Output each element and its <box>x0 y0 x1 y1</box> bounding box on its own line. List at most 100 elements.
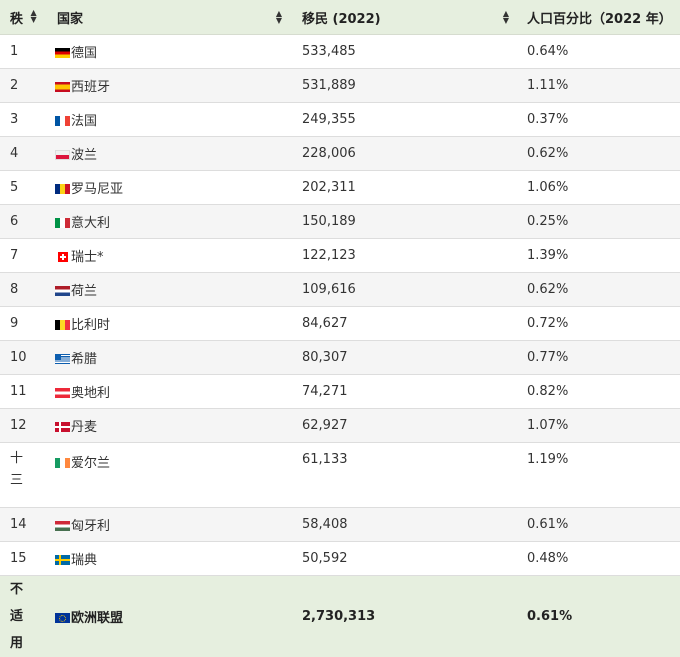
country-link[interactable]: 丹麦 <box>71 420 97 435</box>
header-percent-label: 人口百分比（2022 年） <box>527 12 672 27</box>
percent-cell: 0.82% <box>517 375 680 409</box>
table-row: 15 瑞典 50,5920.48% <box>0 542 680 576</box>
immigrants-cell: 84,627 <box>292 307 517 341</box>
rank-label: 十三 <box>10 448 23 492</box>
country-link[interactable]: 意大利 <box>71 216 110 231</box>
country-cell: 爱尔兰 <box>47 443 292 508</box>
immigrants-cell: 62,927 <box>292 409 517 443</box>
total-row: 不适用 欧洲联盟 2,730,3130.61% <box>0 576 680 657</box>
table-row: 5罗马尼亚202,3111.06% <box>0 171 680 205</box>
country-link[interactable]: 希腊 <box>71 352 97 367</box>
country-link[interactable]: 瑞士* <box>71 250 104 265</box>
table-row: 4波兰228,0060.62% <box>0 137 680 171</box>
percent-cell: 1.11% <box>517 69 680 103</box>
header-country[interactable]: 国家 ▲▼ <box>47 0 292 35</box>
rank-cell: 3 <box>0 103 47 137</box>
country-link[interactable]: 欧洲联盟 <box>71 611 123 626</box>
poland-flag-icon <box>55 150 70 160</box>
immigrants-cell: 58,408 <box>292 508 517 542</box>
country-link[interactable]: 爱尔兰 <box>71 456 110 471</box>
header-percent[interactable]: 人口百分比（2022 年） <box>517 0 680 35</box>
hungary-flag-icon <box>55 521 70 531</box>
table-row: 14匈牙利58,4080.61% <box>0 508 680 542</box>
country-link[interactable]: 法国 <box>71 114 97 129</box>
belgium-flag-icon <box>55 320 70 330</box>
eu-flag-icon <box>55 613 70 623</box>
percent-cell: 0.62% <box>517 137 680 171</box>
immigrants-cell: 122,123 <box>292 239 517 273</box>
greece-flag-icon <box>55 354 70 364</box>
country-link[interactable]: 荷兰 <box>71 284 97 299</box>
country-link[interactable]: 罗马尼亚 <box>71 182 123 197</box>
table-row: 11奥地利74,2710.82% <box>0 375 680 409</box>
table-row: 十三爱尔兰61,1331.19% <box>0 443 680 508</box>
country-link[interactable]: 波兰 <box>71 148 97 163</box>
country-cell: 瑞士* <box>47 239 292 273</box>
header-immigrants-label: 移民 (2022) <box>302 12 381 27</box>
sort-arrows-icon[interactable]: ▲▼ <box>31 9 37 23</box>
percent-cell: 0.61% <box>517 508 680 542</box>
rank-cell: 5 <box>0 171 47 205</box>
rank-cell: 7 <box>0 239 47 273</box>
country-cell: 荷兰 <box>47 273 292 307</box>
sort-arrows-icon[interactable]: ▲▼ <box>276 10 282 24</box>
header-rank[interactable]: 秩 ▲▼ <box>0 0 47 35</box>
immigrants-cell: 80,307 <box>292 341 517 375</box>
header-country-label: 国家 <box>57 12 83 27</box>
rank-cell: 不适用 <box>0 576 47 657</box>
table-body: 1德国533,4850.64%2西班牙531,8891.11%3法国249,35… <box>0 35 680 657</box>
country-link[interactable]: 瑞典 <box>71 553 97 568</box>
country-cell: 德国 <box>47 35 292 69</box>
rank-cell: 1 <box>0 35 47 69</box>
percent-cell: 0.77% <box>517 341 680 375</box>
netherlands-flag-icon <box>55 286 70 296</box>
italy-flag-icon <box>55 218 70 228</box>
country-cell: 波兰 <box>47 137 292 171</box>
sort-arrows-icon[interactable]: ▲▼ <box>503 10 509 24</box>
rank-cell: 十三 <box>0 443 47 508</box>
country-cell: 欧洲联盟 <box>47 576 292 657</box>
country-cell: 瑞典 <box>47 542 292 576</box>
immigrants-cell: 531,889 <box>292 69 517 103</box>
denmark-flag-icon <box>55 422 70 432</box>
immigration-table: 秩 ▲▼ 国家 ▲▼ 移民 (2022) ▲▼ 人口百分比（2022 年） 1 德… <box>0 0 680 657</box>
rank-cell: 2 <box>0 69 47 103</box>
immigrants-cell: 249,355 <box>292 103 517 137</box>
germany-flag-icon <box>55 48 70 58</box>
country-link[interactable]: 匈牙利 <box>71 519 110 534</box>
header-row: 秩 ▲▼ 国家 ▲▼ 移民 (2022) ▲▼ 人口百分比（2022 年） <box>0 0 680 35</box>
country-link[interactable]: 奥地利 <box>71 386 110 401</box>
percent-cell: 1.07% <box>517 409 680 443</box>
immigrants-cell: 61,133 <box>292 443 517 508</box>
percent-cell: 1.06% <box>517 171 680 205</box>
percent-cell: 0.72% <box>517 307 680 341</box>
percent-cell: 0.48% <box>517 542 680 576</box>
table-row: 10 希腊 80,3070.77% <box>0 341 680 375</box>
country-link[interactable]: 德国 <box>71 46 97 61</box>
header-immigrants[interactable]: 移民 (2022) ▲▼ <box>292 0 517 35</box>
country-cell: 希腊 <box>47 341 292 375</box>
rank-cell: 12 <box>0 409 47 443</box>
country-cell: 法国 <box>47 103 292 137</box>
immigrants-cell: 533,485 <box>292 35 517 69</box>
table-row: 1德国533,4850.64% <box>0 35 680 69</box>
immigrants-cell: 109,616 <box>292 273 517 307</box>
rank-label: 不适用 <box>10 576 23 657</box>
country-link[interactable]: 比利时 <box>71 318 110 333</box>
country-cell: 奥地利 <box>47 375 292 409</box>
table-row: 3法国249,3550.37% <box>0 103 680 137</box>
rank-cell: 15 <box>0 542 47 576</box>
spain-flag-icon <box>55 82 70 92</box>
rank-cell: 8 <box>0 273 47 307</box>
switzerland-flag-icon <box>58 252 68 262</box>
country-cell: 西班牙 <box>47 69 292 103</box>
table-row: 7 瑞士* 122,1231.39% <box>0 239 680 273</box>
rank-cell: 10 <box>0 341 47 375</box>
country-link[interactable]: 西班牙 <box>71 80 110 95</box>
immigrants-cell: 2,730,313 <box>292 576 517 657</box>
percent-cell: 0.61% <box>517 576 680 657</box>
table-row: 9比利时84,6270.72% <box>0 307 680 341</box>
immigrants-cell: 50,592 <box>292 542 517 576</box>
percent-cell: 1.39% <box>517 239 680 273</box>
country-cell: 意大利 <box>47 205 292 239</box>
